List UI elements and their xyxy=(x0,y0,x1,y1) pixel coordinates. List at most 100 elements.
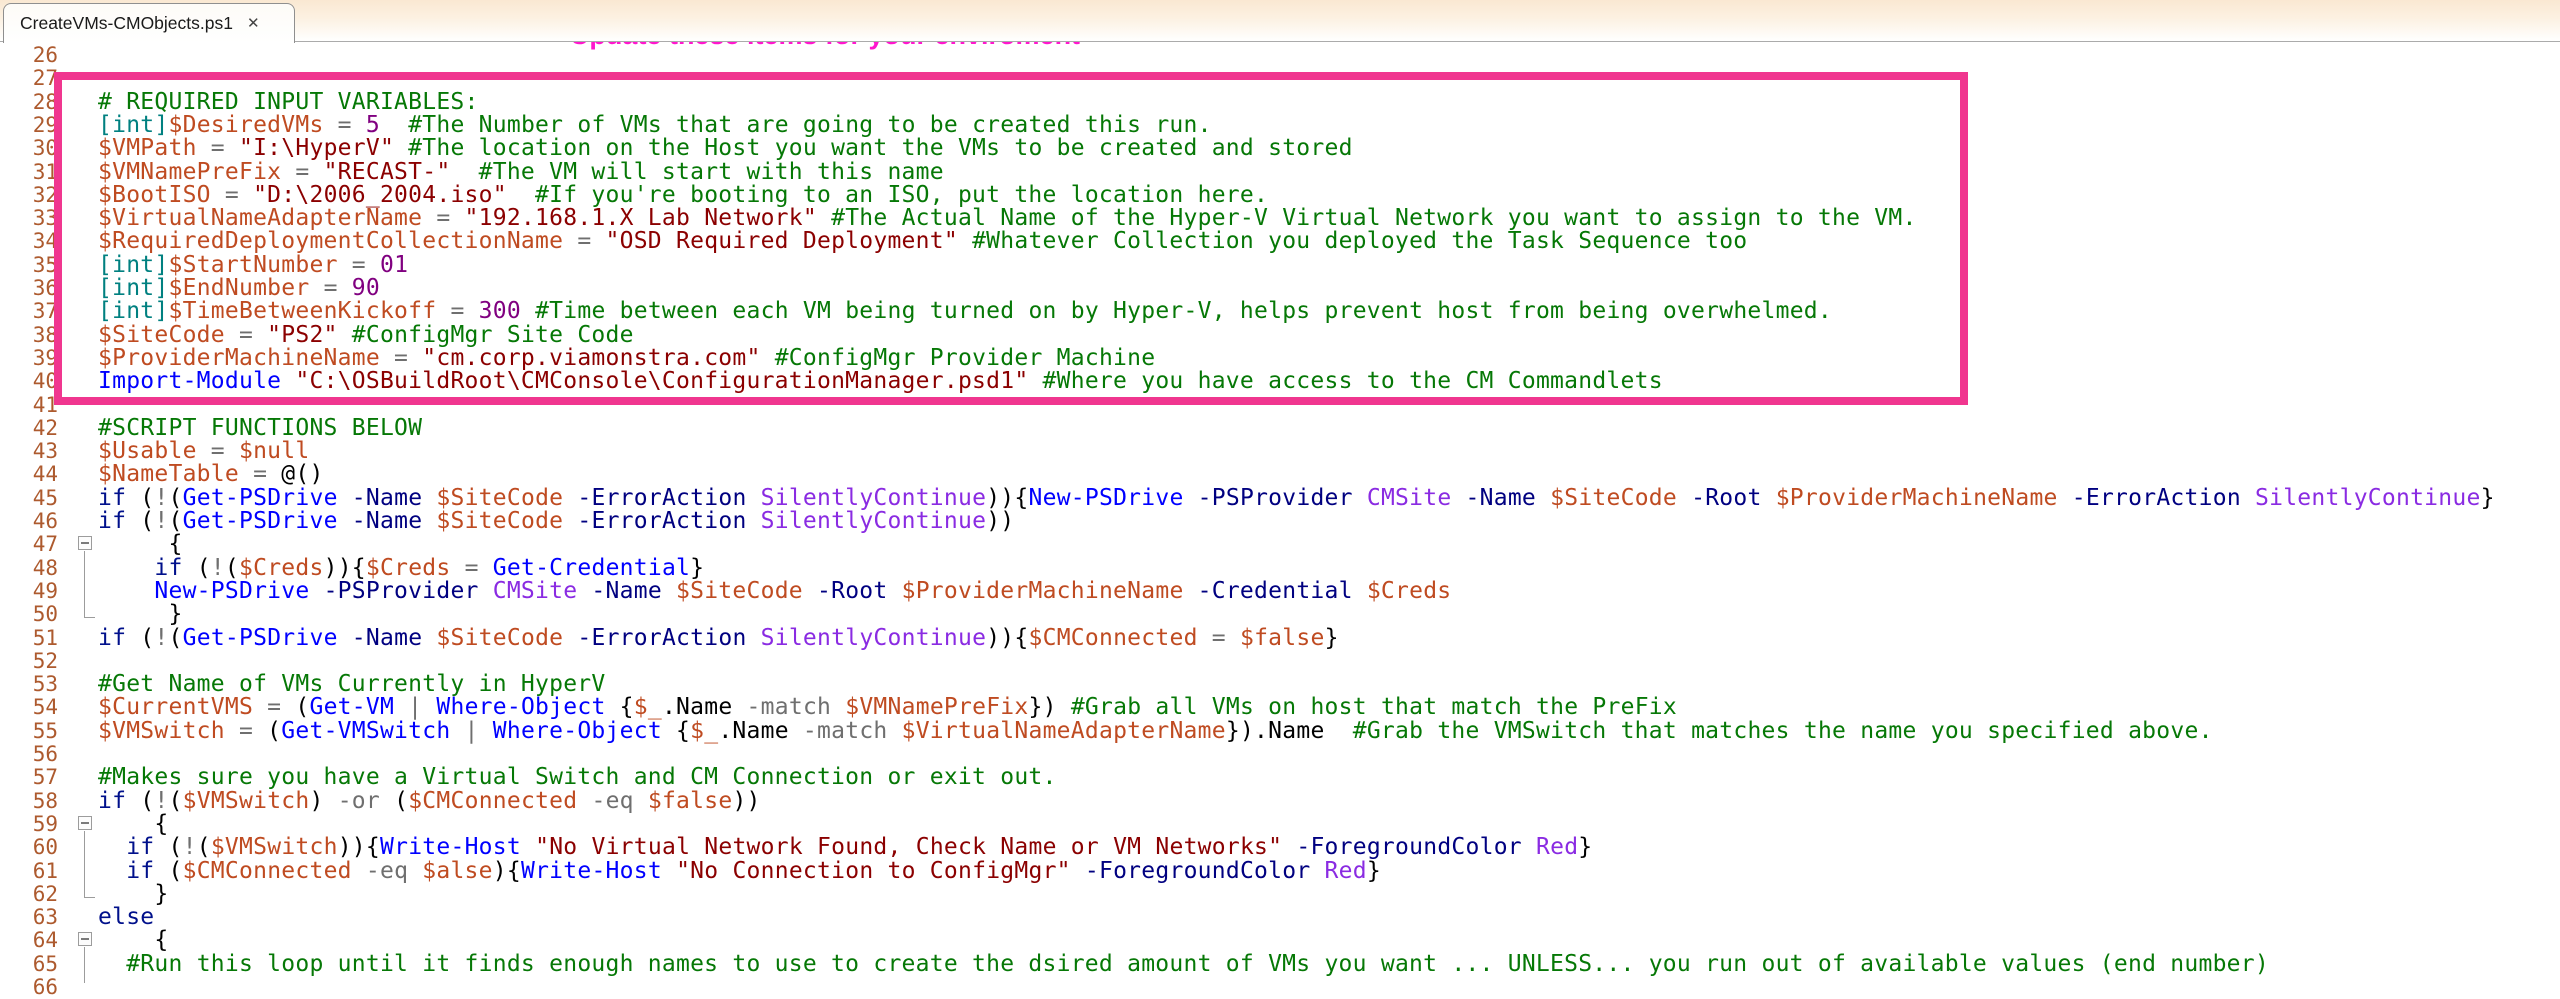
code-line[interactable]: $SiteCode = "PS2" #ConfigMgr Site Code xyxy=(98,324,634,347)
code-token: = xyxy=(197,438,239,464)
code-line[interactable]: if (!(Get-PSDrive -Name $SiteCode -Error… xyxy=(98,487,2495,510)
code-token: $CurrentVMS xyxy=(98,694,253,720)
code-line[interactable]: if (!($VMSwitch) -or ($CMConnected -eq $… xyxy=(98,790,761,813)
code-line[interactable]: #Run this loop until it finds enough nam… xyxy=(98,953,2269,976)
code-token: $NameTable xyxy=(98,461,239,487)
fold-guide-line xyxy=(84,947,95,983)
fold-collapse-icon[interactable] xyxy=(78,536,92,550)
code-token: $VMSwitch xyxy=(183,788,310,814)
code-line[interactable]: $Usable = $null xyxy=(98,440,309,463)
code-token: SilentlyContinue xyxy=(747,508,987,534)
line-number: 30 xyxy=(0,137,58,160)
code-line[interactable]: $VMSwitch = (Get-VMSwitch | Where-Object… xyxy=(98,720,2213,743)
code-token: -ForegroundColor xyxy=(1071,858,1311,884)
code-token: -PSProvider xyxy=(1184,485,1353,511)
code-line[interactable]: if ($CMConnected -eq $alse){Write-Host "… xyxy=(98,860,1381,883)
code-line[interactable]: #SCRIPT FUNCTIONS BELOW xyxy=(98,417,422,440)
code-token: Where-Object xyxy=(436,694,605,720)
code-line[interactable]: if (!($VMSwitch)){Write-Host "No Virtual… xyxy=(98,836,1592,859)
code-token: SilentlyContinue xyxy=(747,625,987,651)
code-line[interactable]: $VMNamePreFix = "RECAST-" #The VM will s… xyxy=(98,161,944,184)
code-token: $SiteCode xyxy=(422,485,563,511)
line-number: 49 xyxy=(0,580,58,603)
line-number: 59 xyxy=(0,813,58,836)
code-line[interactable]: if (!($Creds)){$Creds = Get-Credential} xyxy=(98,557,704,580)
code-line[interactable]: $NameTable = @() xyxy=(98,463,324,486)
code-token: = xyxy=(211,182,253,208)
code-token: if xyxy=(154,555,182,581)
line-number: 27 xyxy=(0,67,58,90)
code-token: = xyxy=(1198,625,1240,651)
code-token: { xyxy=(662,718,690,744)
line-number: 55 xyxy=(0,720,58,743)
code-token: -ErrorAction xyxy=(563,508,746,534)
fold-collapse-icon[interactable] xyxy=(78,816,92,830)
code-line[interactable]: $VMPath = "I:\HyperV" #The location on t… xyxy=(98,137,1353,160)
fold-collapse-icon[interactable] xyxy=(78,932,92,946)
code-line[interactable]: } xyxy=(98,883,169,906)
line-number: 51 xyxy=(0,627,58,650)
code-line[interactable]: [int]$EndNumber = 90 xyxy=(98,277,380,300)
code-token: $SiteCode xyxy=(662,578,803,604)
code-line[interactable]: $VirtualNameAdapterName = "192.168.1.X L… xyxy=(98,207,1917,230)
code-token: ( xyxy=(169,508,183,534)
code-token: } xyxy=(1367,858,1381,884)
code-token: $VMNamePreFix xyxy=(98,159,281,185)
code-line[interactable]: $CurrentVMS = (Get-VM | Where-Object {$_… xyxy=(98,696,1677,719)
code-editor-surface[interactable]: 262728# REQUIRED INPUT VARIABLES:29[int]… xyxy=(0,42,2560,983)
code-token: = xyxy=(309,275,351,301)
code-token: ( xyxy=(267,718,281,744)
code-token: [int] xyxy=(98,275,169,301)
code-token: )){ xyxy=(324,555,366,581)
code-token: Get-PSDrive xyxy=(183,625,338,651)
code-line[interactable]: if (!(Get-PSDrive -Name $SiteCode -Error… xyxy=(98,627,1339,650)
tab-title: CreateVMs-CMObjects.ps1 xyxy=(20,13,233,34)
code-token xyxy=(507,182,535,208)
code-line[interactable]: [int]$DesiredVMs = 5 #The Number of VMs … xyxy=(98,114,1212,137)
code-line[interactable]: { xyxy=(98,813,169,836)
code-line[interactable]: #Makes sure you have a Virtual Switch an… xyxy=(98,766,1057,789)
code-token: #ConfigMgr Provider Machine xyxy=(775,345,1156,371)
code-token: SilentlyContinue xyxy=(2241,485,2481,511)
code-token: #Where you have access to the CM Command… xyxy=(1043,368,1663,394)
line-number: 29 xyxy=(0,114,58,137)
line-number: 62 xyxy=(0,883,58,906)
code-token: } xyxy=(690,555,704,581)
close-icon[interactable]: ✕ xyxy=(247,16,260,31)
code-token: $false xyxy=(1240,625,1325,651)
code-token: if xyxy=(98,508,126,534)
code-line[interactable]: $RequiredDeploymentCollectionName = "OSD… xyxy=(98,230,1747,253)
code-token: -ErrorAction xyxy=(563,625,746,651)
code-token: "No Virtual Network Found, Check Name or… xyxy=(535,834,1282,860)
code-token: -ForegroundColor xyxy=(1282,834,1522,860)
code-line[interactable]: $ProviderMachineName = "cm.corp.viamonst… xyxy=(98,347,1155,370)
code-line[interactable]: #Get Name of VMs Currently in HyperV xyxy=(98,673,606,696)
code-token: -PSProvider xyxy=(309,578,478,604)
code-line[interactable]: { xyxy=(98,929,169,952)
code-line[interactable]: New-PSDrive -PSProvider CMSite -Name $Si… xyxy=(98,580,1451,603)
code-token: -Name xyxy=(338,508,423,534)
tab-createvms-cmobjects[interactable]: CreateVMs-CMObjects.ps1 ✕ xyxy=(3,3,295,43)
code-line[interactable]: } xyxy=(98,603,183,626)
code-token: -Name xyxy=(577,578,662,604)
code-line[interactable]: $BootISO = "D:\2006_2004.iso" #If you're… xyxy=(98,184,1268,207)
line-number: 33 xyxy=(0,207,58,230)
code-line[interactable]: Import-Module "C:\OSBuildRoot\CMConsole\… xyxy=(98,370,1663,393)
code-line[interactable]: else xyxy=(98,906,154,929)
code-token: "192.168.1.X Lab Network" xyxy=(465,205,817,231)
code-token: $BootISO xyxy=(98,182,211,208)
code-token: $SiteCode xyxy=(422,625,563,651)
line-number: 48 xyxy=(0,557,58,580)
code-token xyxy=(1028,368,1042,394)
code-line[interactable]: { xyxy=(98,533,183,556)
code-token: #Grab the VMSwitch that matches the name… xyxy=(1353,718,2213,744)
code-line[interactable]: [int]$StartNumber = 01 xyxy=(98,254,408,277)
code-line[interactable]: # REQUIRED INPUT VARIABLES: xyxy=(98,91,479,114)
code-token: ( xyxy=(197,834,211,860)
line-number: 40 xyxy=(0,370,58,393)
code-token: -Name xyxy=(338,485,423,511)
code-line[interactable]: [int]$TimeBetweenKickoff = 300 #Time bet… xyxy=(98,300,1832,323)
code-line[interactable]: if (!(Get-PSDrive -Name $SiteCode -Error… xyxy=(98,510,1014,533)
code-token: = xyxy=(422,205,464,231)
code-token: = xyxy=(338,252,380,278)
